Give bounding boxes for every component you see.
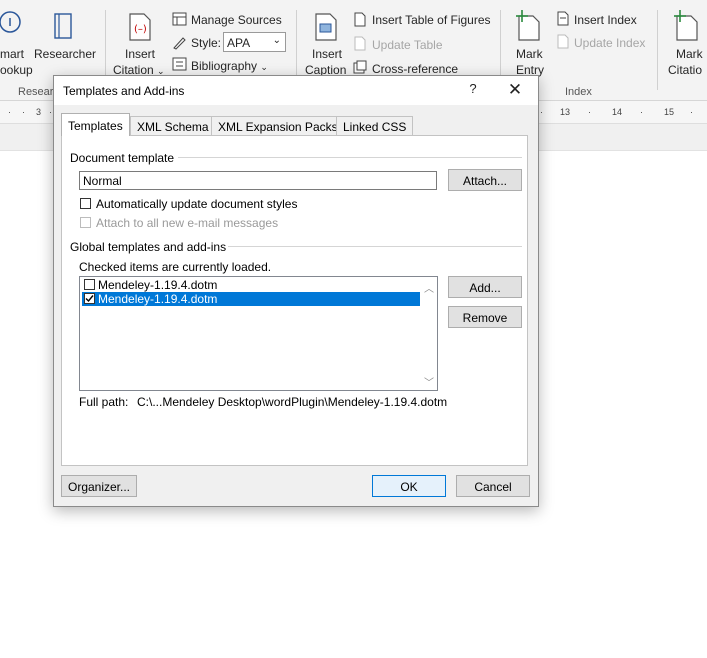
dialog-titlebar[interactable]: Templates and Add-ins ? ✕ [54,76,538,105]
scroll-down-icon[interactable]: ﹀ [424,374,434,389]
insert-index-icon [557,11,569,26]
list-item-label: Mendeley-1.19.4.dotm [98,278,218,292]
document-template-label: Document template [70,151,175,165]
full-path-label: Full path: [79,395,129,409]
insert-caption-label-1[interactable]: Insert [312,47,342,61]
help-button[interactable]: ? [465,81,481,99]
tab-xml-schema[interactable]: XML Schema [130,116,216,135]
list-item-label: Mendeley-1.19.4.dotm [98,292,218,306]
list-item[interactable]: Mendeley-1.19.4.dotm [82,278,421,292]
tab-linked-css[interactable]: Linked CSS [336,116,414,135]
ruler-mark: 14 [612,107,623,117]
update-index-button[interactable]: Update Index [574,36,645,50]
cross-reference-button[interactable]: Cross-reference [372,62,458,76]
smart-lookup-label-2[interactable]: ookup [0,63,33,77]
attach-button[interactable]: Attach... [448,169,522,191]
mark-entry-label-1[interactable]: Mark [516,47,543,61]
smart-lookup-icon [0,11,21,33]
insert-table-of-figures-button[interactable]: Insert Table of Figures [372,13,491,27]
bibliography-button[interactable]: Bibliography ⌄ [191,59,268,73]
style-icon [173,37,186,50]
ribbon-separator [657,10,658,90]
templates-tab-panel: Document template Normal Attach... Autom… [61,135,528,466]
auto-update-label[interactable]: Automatically update document styles [96,197,297,211]
index-group-label: Index [565,86,592,98]
ruler-mark: 3 [36,107,42,117]
list-item-checkbox[interactable] [84,293,95,304]
list-item-checkbox[interactable] [84,279,95,290]
tab-xml-expansion-packs[interactable]: XML Expansion Packs [211,116,345,135]
scroll-up-icon[interactable]: ︿ [424,280,434,295]
auto-update-checkbox[interactable] [80,198,91,209]
insert-citation-icon: (–) [129,13,151,41]
manage-sources-button[interactable]: Manage Sources [191,13,282,27]
insert-caption-icon [315,13,337,41]
bibliography-icon [172,57,187,71]
cross-reference-icon [353,60,367,74]
close-icon[interactable]: ✕ [504,79,526,101]
manage-sources-icon [172,12,187,26]
global-templates-list[interactable]: Mendeley-1.19.4.dotm Mendeley-1.19.4.dot… [79,276,438,391]
dialog-title: Templates and Add-ins [63,84,185,98]
mark-citation-label-1[interactable]: Mark [676,47,703,61]
organizer-button[interactable]: Organizer... [61,475,137,497]
checked-items-label: Checked items are currently loaded. [79,260,272,274]
mark-citation-label-2[interactable]: Citatio [668,63,702,77]
style-dropdown-value: APA [227,36,251,50]
list-scrollbar[interactable]: ︿ ﹀ [420,277,437,390]
attach-email-checkbox[interactable] [80,217,91,228]
global-templates-label: Global templates and add-ins [70,240,227,254]
ruler-mark: 13 [560,107,571,117]
insert-index-button[interactable]: Insert Index [574,13,637,27]
update-table-button[interactable]: Update Table [372,38,443,52]
section-divider [178,157,522,158]
research-group-label: Resear [18,86,54,98]
add-button[interactable]: Add... [448,276,522,298]
full-path-value: C:\...Mendeley Desktop\wordPlugin\Mendel… [137,395,448,409]
researcher-button[interactable]: Researcher [34,47,96,61]
smart-lookup-label-1[interactable]: mart [0,47,24,61]
update-table-icon [354,36,366,51]
researcher-icon [54,13,72,39]
tab-templates[interactable]: Templates [61,113,130,136]
remove-button[interactable]: Remove [448,306,522,328]
ok-button[interactable]: OK [372,475,446,497]
cancel-button[interactable]: Cancel [456,475,530,497]
ruler-mark: 15 [664,107,675,117]
document-template-input[interactable]: Normal [79,171,437,190]
table-of-figures-icon [354,12,366,27]
templates-and-addins-dialog: Templates and Add-ins ? ✕ Templates XML … [53,75,539,507]
update-index-icon [557,34,569,49]
attach-email-label[interactable]: Attach to all new e-mail messages [96,216,278,230]
list-item[interactable]: Mendeley-1.19.4.dotm [82,292,421,306]
chevron-down-icon: ⌄ [272,35,281,46]
mark-entry-icon [516,10,540,41]
mark-citation-icon [674,10,698,41]
section-divider [228,246,522,247]
checkmark-icon [85,295,94,303]
style-dropdown[interactable]: APA ⌄ [223,32,286,52]
insert-citation-label-1[interactable]: Insert [125,47,155,61]
style-label: Style: [191,36,222,50]
svg-text:(–): (–) [134,24,147,35]
